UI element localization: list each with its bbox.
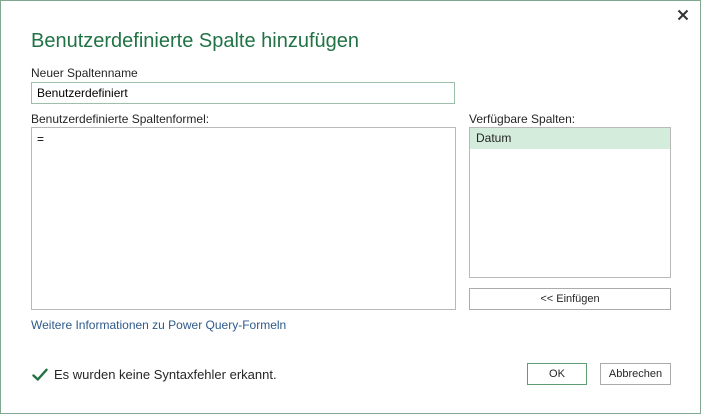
checkmark-icon — [32, 368, 48, 381]
close-button[interactable] — [674, 6, 692, 24]
column-name-label: Neuer Spaltenname — [31, 66, 138, 80]
status-text: Es wurden keine Syntaxfehler erkannt. — [54, 367, 277, 382]
insert-button[interactable]: << Einfügen — [469, 288, 671, 310]
dialog-title: Benutzerdefinierte Spalte hinzufügen — [31, 30, 360, 52]
available-columns-list[interactable]: Datum — [469, 127, 671, 278]
ok-button[interactable]: OK — [527, 363, 587, 385]
formula-input[interactable]: = — [31, 127, 456, 310]
available-columns-label: Verfügbare Spalten: — [469, 112, 576, 126]
help-link[interactable]: Weitere Informationen zu Power Query-For… — [31, 318, 286, 332]
close-icon — [677, 9, 689, 21]
list-item-datum[interactable]: Datum — [470, 128, 670, 149]
cancel-button[interactable]: Abbrechen — [600, 363, 671, 385]
custom-column-dialog: Benutzerdefinierte Spalte hinzufügen Neu… — [0, 0, 701, 414]
formula-label: Benutzerdefinierte Spaltenformel: — [31, 112, 210, 126]
syntax-status: Es wurden keine Syntaxfehler erkannt. — [32, 367, 277, 382]
column-name-input[interactable] — [31, 82, 455, 104]
